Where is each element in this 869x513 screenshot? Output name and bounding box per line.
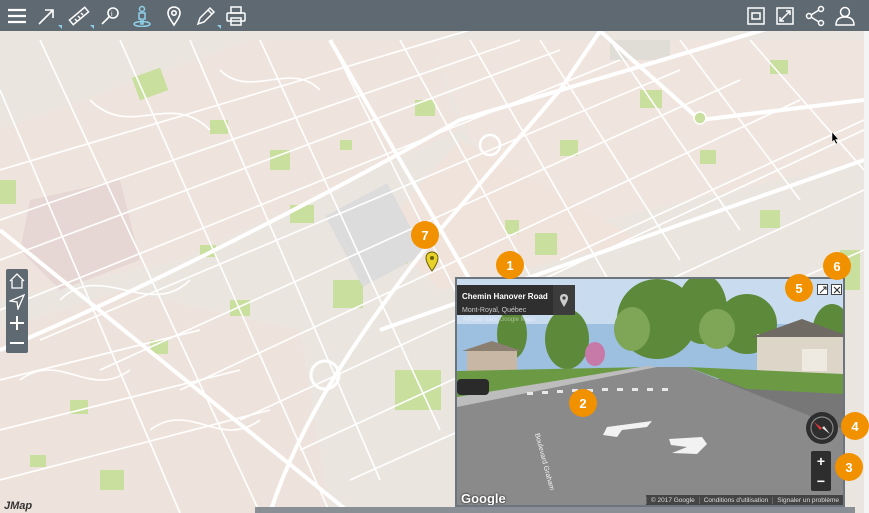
- callout-badge-7: 7: [411, 221, 439, 249]
- measure-tool-icon[interactable]: [66, 3, 94, 29]
- callout-badge-2: 2: [569, 389, 597, 417]
- sv-zoom-in-button[interactable]: +: [811, 451, 831, 471]
- bottom-taskbar: [255, 507, 855, 513]
- locality: Mont-Royal, Québec: [462, 307, 527, 314]
- streetview-panel[interactable]: Boulevard Graham Chemin Hanover Road Mon…: [455, 277, 845, 507]
- zoom-out-icon[interactable]: [6, 332, 28, 353]
- report-problem-link[interactable]: Signaler un problème: [772, 496, 843, 504]
- jmap-logo: JMap: [4, 500, 33, 512]
- dropdown-caret-icon: [58, 25, 62, 29]
- terms-link[interactable]: Conditions d'utilisation: [698, 496, 772, 504]
- location-pin-icon[interactable]: [161, 3, 187, 29]
- callout-badge-3: 3: [835, 453, 863, 481]
- draw-tool-icon[interactable]: [193, 3, 221, 29]
- dropdown-caret-icon: [217, 25, 221, 29]
- zoom-in-icon[interactable]: [6, 312, 28, 333]
- streetview-footer: © 2017 Google Conditions d'utilisation S…: [645, 495, 843, 505]
- map-scroll-edge: [864, 31, 869, 513]
- main-toolbar: i: [0, 0, 869, 31]
- svg-text:i: i: [111, 11, 113, 18]
- address-card: Chemin Hanover Road Mont-Royal, Québec: [457, 285, 575, 315]
- streetview-zoom-controls: + −: [811, 451, 831, 491]
- extent-icon[interactable]: [743, 3, 769, 29]
- fullscreen-icon[interactable]: [772, 3, 798, 29]
- compass-icon[interactable]: [806, 412, 838, 444]
- jmap-application: i Boulevard Graham Chemin Hanover Road M…: [0, 0, 869, 513]
- road-name: Chemin Hanover Road: [462, 292, 548, 301]
- callout-badge-6: 6: [823, 252, 851, 280]
- map-pin-icon[interactable]: [553, 285, 575, 315]
- callout-badge-1: 1: [496, 251, 524, 279]
- streetview-pegman-icon[interactable]: [129, 3, 155, 29]
- navigate-tool-icon[interactable]: [34, 3, 62, 29]
- callout-badge-5: 5: [785, 274, 813, 302]
- map-navigation-controls: [6, 269, 28, 353]
- hamburger-menu-icon[interactable]: [4, 3, 30, 29]
- expand-icon[interactable]: [817, 284, 828, 295]
- home-icon[interactable]: [6, 270, 28, 291]
- close-icon[interactable]: [831, 284, 842, 295]
- query-tool-icon[interactable]: i: [98, 3, 124, 29]
- google-logo: Google: [461, 491, 506, 506]
- callout-badge-4: 4: [841, 412, 869, 440]
- copyright-text: © 2017 Google: [645, 496, 699, 504]
- user-icon[interactable]: [832, 3, 858, 29]
- share-icon[interactable]: [802, 3, 828, 29]
- dropdown-caret-icon: [90, 25, 94, 29]
- print-icon[interactable]: [223, 3, 249, 29]
- sv-zoom-out-button[interactable]: −: [811, 471, 831, 491]
- maps-link-watermark[interactable]: Afficher dans Google Maps: [463, 317, 535, 323]
- locate-icon[interactable]: [6, 291, 28, 312]
